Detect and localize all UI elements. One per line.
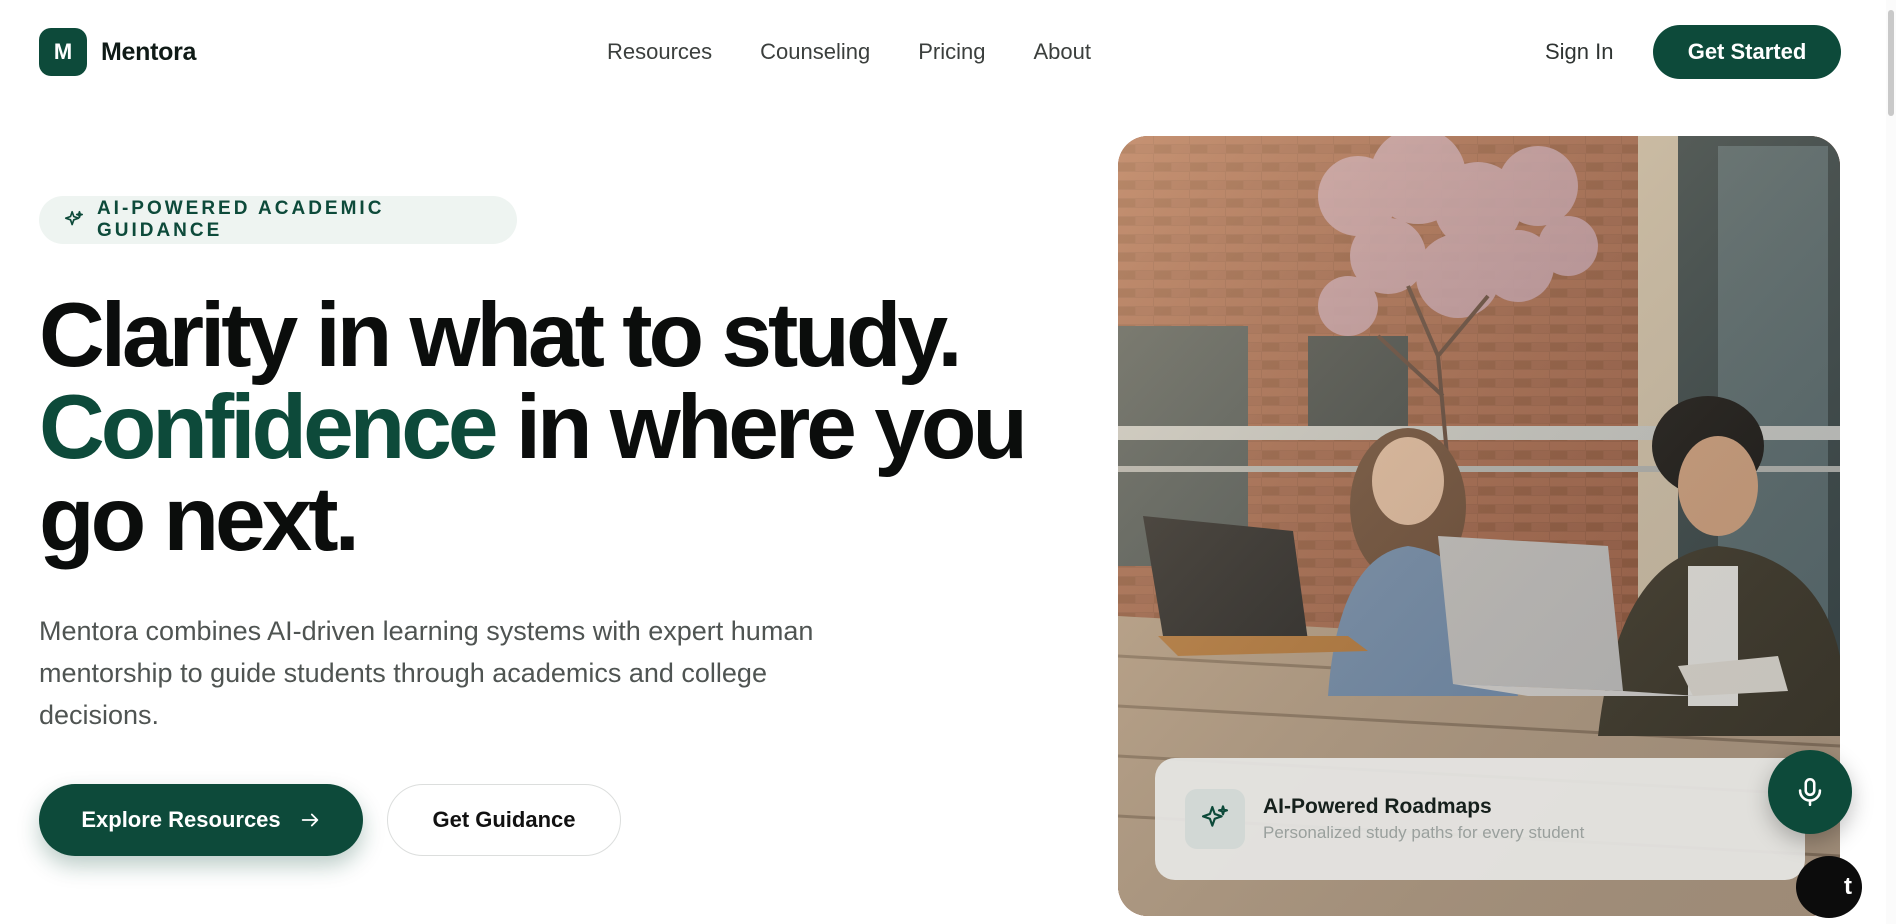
microphone-icon bbox=[1798, 777, 1822, 807]
sign-in-link[interactable]: Sign In bbox=[1545, 34, 1614, 70]
site-header: M Mentora Resources Counseling Pricing A… bbox=[0, 0, 1896, 104]
sparkle-icon bbox=[1201, 805, 1229, 827]
get-guidance-button[interactable]: Get Guidance bbox=[387, 784, 621, 856]
chat-widget-button[interactable]: t bbox=[1796, 856, 1862, 918]
headline-line-1: Clarity in what to study. bbox=[39, 285, 963, 386]
voice-assistant-button[interactable] bbox=[1768, 750, 1852, 834]
nav-pricing[interactable]: Pricing bbox=[918, 39, 985, 65]
page-scrollbar[interactable] bbox=[1886, 0, 1896, 924]
feature-title: AI-Powered Roadmaps bbox=[1263, 795, 1492, 818]
hero-badge-label: AI-POWERED ACADEMIC GUIDANCE bbox=[96, 198, 385, 241]
brand-mark: M bbox=[39, 28, 87, 76]
hero-badge: AI-POWERED ACADEMIC GUIDANCE bbox=[39, 196, 517, 244]
hero-description: Mentora combines AI-driven learning syst… bbox=[39, 616, 814, 730]
scrollbar-thumb[interactable] bbox=[1888, 10, 1894, 116]
feature-subtitle: Personalized study paths for every stude… bbox=[1263, 823, 1585, 842]
nav-counseling[interactable]: Counseling bbox=[760, 39, 870, 65]
sparkle-icon bbox=[64, 210, 84, 226]
nav-about[interactable]: About bbox=[1033, 39, 1091, 65]
brand-logo[interactable]: M Mentora bbox=[39, 28, 196, 76]
explore-resources-button[interactable]: Explore Resources bbox=[39, 784, 363, 856]
main-nav: Resources Counseling Pricing About bbox=[607, 34, 1091, 70]
feature-icon-wrap bbox=[1185, 789, 1245, 849]
headline-accent: Confidence bbox=[39, 377, 498, 478]
feature-card-roadmaps: AI-Powered Roadmaps Personalized study p… bbox=[1155, 758, 1805, 880]
hero-headline: Clarity in what to study. Confidence in … bbox=[39, 290, 1099, 566]
feature-text: AI-Powered Roadmaps Personalized study p… bbox=[1263, 795, 1584, 843]
explore-resources-label: Explore Resources bbox=[81, 807, 281, 832]
get-started-button[interactable]: Get Started bbox=[1653, 25, 1841, 79]
nav-resources[interactable]: Resources bbox=[607, 39, 712, 65]
brand-name: Mentora bbox=[101, 37, 197, 66]
arrow-right-icon bbox=[301, 813, 318, 827]
